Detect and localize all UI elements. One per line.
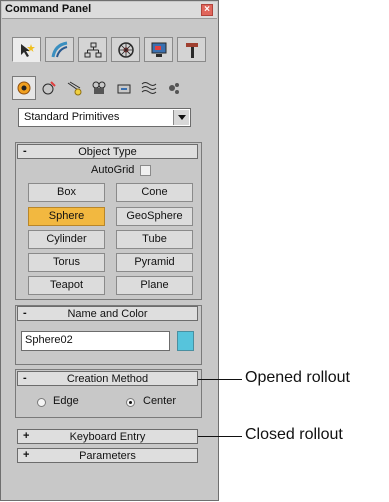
tab-create[interactable] bbox=[12, 37, 41, 62]
subcategory-bar bbox=[12, 76, 206, 100]
tab-motion[interactable] bbox=[111, 37, 140, 62]
center-label: Center bbox=[143, 395, 177, 407]
hierarchy-icon bbox=[84, 42, 101, 57]
closed-rollout-callout: Closed rollout bbox=[245, 426, 343, 443]
category-dropdown[interactable]: Standard Primitives bbox=[18, 108, 191, 127]
edge-radio[interactable] bbox=[37, 398, 46, 407]
command-panel-titlebar[interactable]: Command Panel × bbox=[2, 2, 217, 19]
object-color-swatch[interactable] bbox=[177, 331, 194, 351]
creation-method-rollout-header[interactable]: - Creation Method bbox=[17, 371, 198, 386]
motion-wheel-icon bbox=[117, 41, 134, 58]
torus-button[interactable]: Torus bbox=[28, 253, 105, 272]
box-button[interactable]: Box bbox=[28, 183, 105, 202]
curve-icon bbox=[51, 41, 67, 57]
center-radio[interactable] bbox=[126, 398, 135, 407]
rollout-title: Name and Color bbox=[67, 308, 148, 320]
shapes-icon bbox=[42, 81, 56, 95]
tab-display[interactable] bbox=[144, 37, 173, 62]
close-icon[interactable]: × bbox=[201, 4, 213, 16]
rollout-title: Creation Method bbox=[66, 373, 149, 385]
helper-icon bbox=[117, 84, 131, 94]
autogrid-label: AutoGrid bbox=[91, 164, 135, 176]
teapot-button[interactable]: Teapot bbox=[28, 276, 105, 295]
plane-button[interactable]: Plane bbox=[116, 276, 193, 295]
category-dropdown-value: Standard Primitives bbox=[24, 111, 120, 123]
command-panel: Command Panel × Standard Primitives - Ob… bbox=[0, 0, 219, 501]
subcategory-systems[interactable] bbox=[162, 76, 186, 100]
subcategory-helpers[interactable] bbox=[112, 76, 136, 100]
chevron-down-icon[interactable] bbox=[173, 110, 189, 125]
gear-icon bbox=[169, 83, 179, 94]
opened-rollout-callout: Opened rollout bbox=[245, 369, 350, 386]
subcategory-shapes[interactable] bbox=[37, 76, 61, 100]
keyboard-entry-rollout-header[interactable]: + Keyboard Entry bbox=[17, 429, 198, 444]
subcategory-cameras[interactable] bbox=[87, 76, 111, 100]
panel-title: Command Panel bbox=[5, 3, 92, 15]
tab-hierarchy[interactable] bbox=[78, 37, 107, 62]
object-type-rollout-header[interactable]: - Object Type bbox=[17, 144, 198, 159]
tab-utilities[interactable] bbox=[177, 37, 206, 62]
pyramid-button[interactable]: Pyramid bbox=[116, 253, 193, 272]
geosphere-button[interactable]: GeoSphere bbox=[116, 207, 193, 226]
light-icon bbox=[67, 81, 82, 96]
wave-icon bbox=[141, 82, 157, 94]
monitor-icon bbox=[151, 42, 166, 57]
tab-modify[interactable] bbox=[45, 37, 74, 62]
rollout-title: Object Type bbox=[78, 146, 137, 158]
parameters-rollout-header[interactable]: + Parameters bbox=[17, 448, 198, 463]
subcategory-space-warps[interactable] bbox=[137, 76, 161, 100]
cylinder-button[interactable]: Cylinder bbox=[28, 230, 105, 249]
opened-rollout-callout-line bbox=[198, 379, 242, 380]
subcategory-lights[interactable] bbox=[62, 76, 86, 100]
rollout-title: Keyboard Entry bbox=[69, 431, 146, 443]
object-name-field[interactable]: Sphere02 bbox=[21, 331, 170, 351]
edge-label: Edge bbox=[53, 395, 79, 407]
hammer-icon bbox=[185, 42, 198, 58]
command-tabs bbox=[12, 37, 206, 63]
subcategory-geometry[interactable] bbox=[12, 76, 36, 100]
name-color-rollout-header[interactable]: - Name and Color bbox=[17, 306, 198, 321]
sphere-button[interactable]: Sphere bbox=[28, 207, 105, 226]
cursor-star-icon bbox=[20, 43, 35, 57]
autogrid-checkbox[interactable] bbox=[140, 165, 151, 176]
tube-button[interactable]: Tube bbox=[116, 230, 193, 249]
rollout-title: Parameters bbox=[79, 450, 136, 462]
sphere-icon bbox=[17, 81, 31, 95]
camera-icon bbox=[92, 81, 106, 94]
cone-button[interactable]: Cone bbox=[116, 183, 193, 202]
closed-rollout-callout-line bbox=[198, 436, 242, 437]
